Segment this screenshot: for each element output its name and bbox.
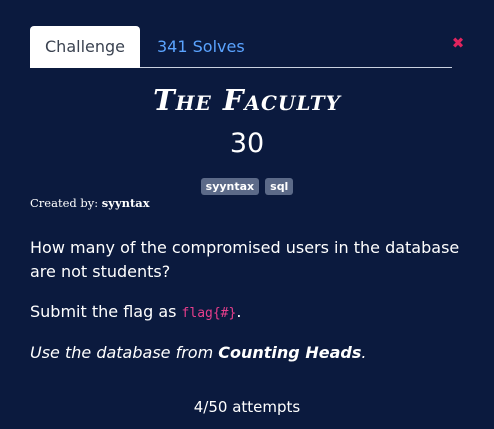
tag-list: syyntax sql [0,178,494,195]
hint-prefix: Use the database from [30,343,219,362]
challenge-modal: Challenge 341 Solves ✖ The Faculty 30 sy… [0,0,494,429]
created-by: Created by: syyntax [30,196,150,210]
hint-suffix: . [361,343,367,362]
tab-solves[interactable]: 341 Solves [157,26,245,67]
submit-prefix: Submit the flag as [30,302,182,321]
challenge-question: How many of the compromised users in the… [30,238,460,281]
submit-instructions: Submit the flag as flag{#}. [30,300,460,326]
challenge-title: The Faculty [153,83,341,117]
attempts-counter: 4/50 attempts [193,398,301,416]
challenge-points: 30 [229,128,265,159]
close-icon[interactable]: ✖ [451,36,465,51]
author-name: syyntax [101,196,150,210]
tab-bar: Challenge 341 Solves [30,26,452,68]
submit-suffix: . [236,302,242,321]
flag-format: flag{#} [181,306,237,321]
tag-badge: sql [265,178,294,195]
created-by-label: Created by: [30,196,99,210]
database-hint: Use the database from Counting Heads. [30,341,460,365]
tag-badge: syyntax [200,178,260,195]
hint-challenge-name: Counting Heads [218,343,362,362]
tab-challenge[interactable]: Challenge [30,26,140,68]
